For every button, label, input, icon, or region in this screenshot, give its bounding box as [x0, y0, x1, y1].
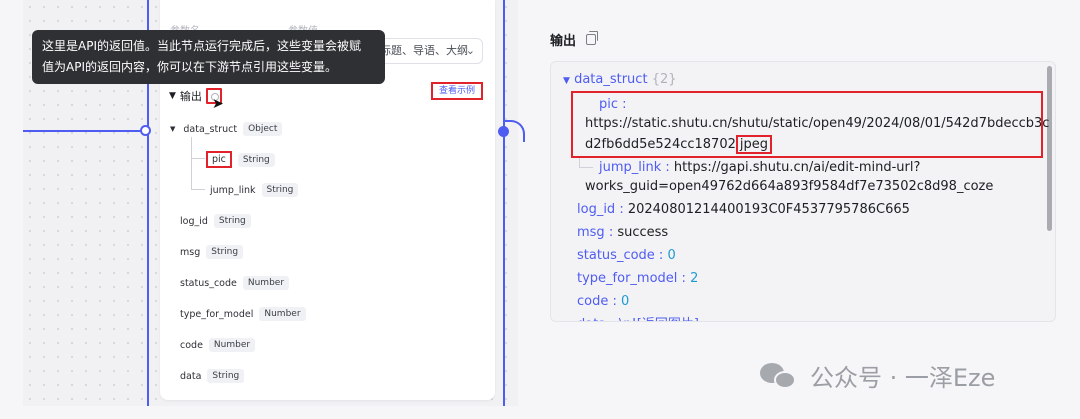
json-line-status-code: status_code : 0 [577, 248, 676, 263]
connection-line-left [23, 130, 141, 132]
field-name: data_struct [183, 123, 238, 135]
field-row: type_for_model Number [180, 307, 306, 321]
json-output-viewer[interactable]: ▼ data_struct {2} pic : https://static.s… [550, 61, 1056, 322]
field-row: pic String [206, 151, 275, 168]
chevron-down-icon[interactable]: ▼ [169, 91, 176, 101]
json-line-pic-url-2: d2fb6dd5e524cc18702 jpeg [585, 133, 772, 156]
field-row: status_code Number [180, 276, 290, 290]
mouse-cursor-icon: ➤ [212, 96, 224, 112]
watermark: 公众号 · 一泽Eze [760, 358, 995, 393]
field-name: code [180, 339, 203, 351]
field-name: log_id [180, 215, 208, 227]
field-type-tag: Number [242, 276, 290, 290]
field-row: ▼ data_struct Object [170, 122, 283, 136]
field-type-tag: String [206, 245, 244, 259]
tree-connector [191, 137, 205, 159]
chevron-down-icon: ⌄ [465, 44, 475, 57]
scrollbar[interactable] [1047, 66, 1052, 231]
field-row: msg String [180, 245, 244, 259]
field-type-tag: Number [259, 307, 306, 321]
triangle-down-icon[interactable]: ▼ [563, 76, 570, 86]
tooltip-line: 这里是API的返回值。当此节点运行完成后，这些变量会被赋 [42, 39, 361, 53]
output-port[interactable] [498, 126, 509, 137]
field-type-tag: String [237, 152, 275, 167]
field-row: data String [180, 369, 245, 383]
json-line-msg: msg : success [577, 225, 669, 240]
pic-extension: jpeg [735, 135, 772, 154]
tooltip-line: 值为API的返回内容，你可以在下游节点引用这些变量。 [42, 60, 337, 74]
json-line-data: data : \n![返回图片] [577, 313, 699, 321]
result-title: 输出 [550, 34, 577, 49]
field-type-tag: String [213, 214, 251, 228]
output-info-tooltip: 这里是API的返回值。当此节点运行完成后，这些变量会被赋 值为API的返回内容，… [32, 30, 385, 84]
json-line-data-struct[interactable]: ▼ data_struct {2} [563, 68, 677, 93]
field-type-tag: Number [208, 338, 256, 352]
triangle-down-icon[interactable]: ▼ [170, 125, 175, 133]
field-type-tag: String [207, 369, 245, 383]
output-title: 输出 [179, 90, 202, 103]
json-line-log-id: log_id : 20240801214400193C0F4537795786C… [577, 202, 910, 217]
field-name: data [180, 370, 202, 382]
node-border-right [503, 0, 505, 406]
field-type-tag: Object [243, 122, 283, 136]
json-line-code: code : 0 [577, 294, 630, 309]
view-example-link[interactable]: 查看示例 [430, 82, 483, 100]
field-type-tag: String [261, 183, 299, 197]
field-row: log_id String [180, 214, 251, 228]
json-line-pic-url-1: https://static.shutu.cn/shutu/static/ope… [585, 116, 1050, 131]
tree-connector [191, 159, 205, 190]
watermark-text: 公众号 · 一泽Eze [810, 364, 996, 392]
field-row: jump_link String [210, 183, 299, 197]
field-name: pic [206, 151, 232, 168]
field-name: msg [180, 246, 201, 258]
select-value: 标题、导语、大纲 [380, 44, 468, 57]
wechat-icon [760, 361, 798, 391]
field-name: type_for_model [180, 308, 254, 320]
json-line-type-for-model: type_for_model : 2 [577, 271, 699, 286]
input-port[interactable] [140, 125, 151, 136]
field-row: code Number [180, 338, 256, 352]
field-name: status_code [180, 277, 237, 289]
json-line-jump-link-2: works_guid=open49762d664a893f9584df7e735… [585, 179, 994, 194]
tree-connector [579, 158, 593, 168]
result-output-header: 输出 [550, 30, 599, 49]
field-name: jump_link [210, 184, 256, 196]
copy-icon[interactable] [586, 31, 599, 45]
